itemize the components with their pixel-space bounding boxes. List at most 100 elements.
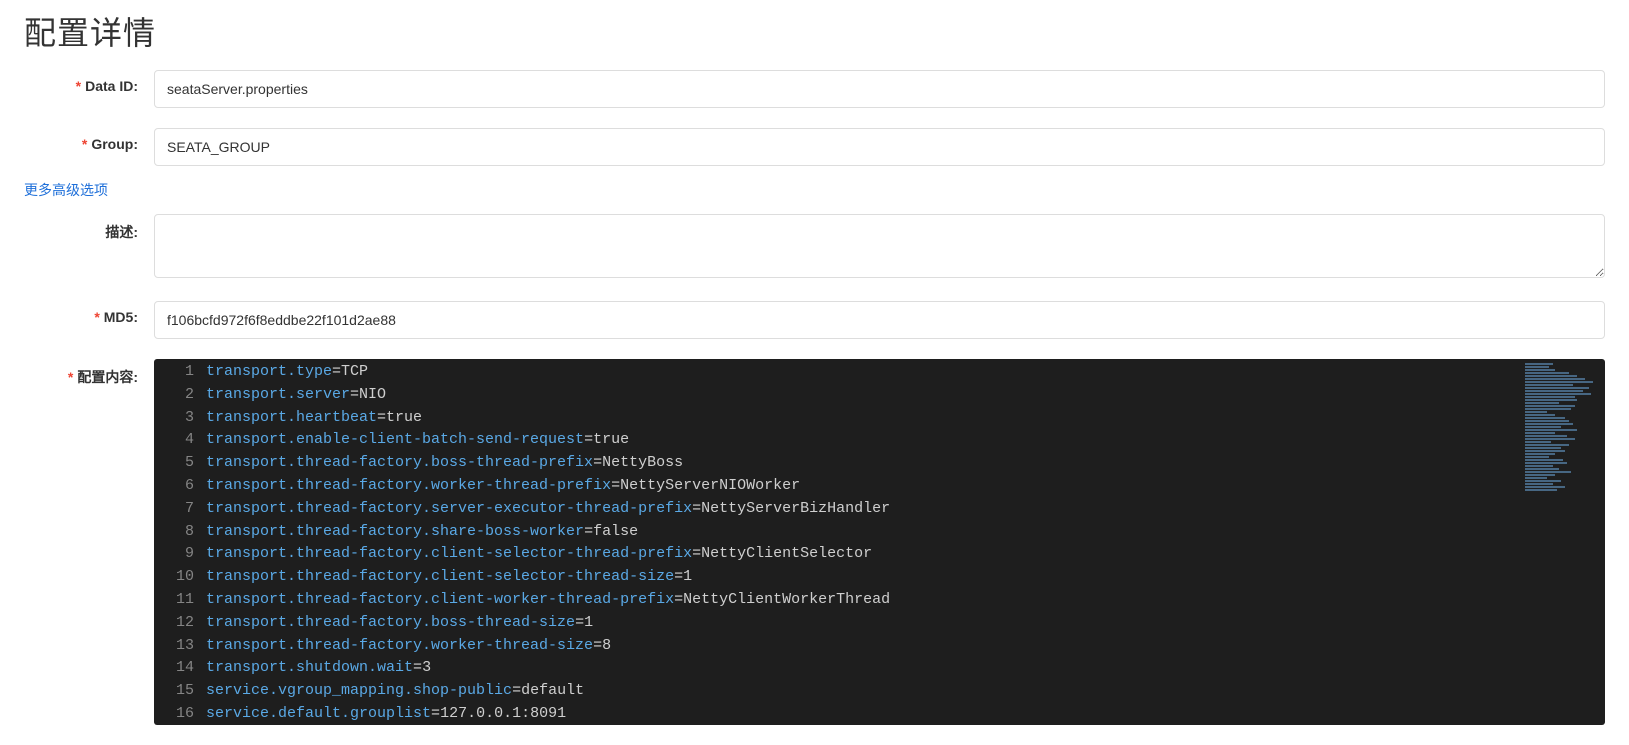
minimap-line <box>1525 399 1577 401</box>
editor-line[interactable]: 7transport.thread-factory.server-executo… <box>154 498 1605 521</box>
minimap-line <box>1525 423 1573 425</box>
minimap-line <box>1525 372 1569 374</box>
label-config-content: *配置内容: <box>24 359 154 387</box>
editor-line[interactable]: 4transport.enable-client-batch-send-requ… <box>154 429 1605 452</box>
editor-minimap[interactable] <box>1525 363 1599 493</box>
line-code[interactable]: transport.thread-factory.worker-thread-s… <box>206 635 1605 658</box>
minimap-line <box>1525 489 1557 491</box>
minimap-line <box>1525 444 1569 446</box>
line-number: 16 <box>154 703 206 725</box>
line-number: 6 <box>154 475 206 498</box>
editor-line[interactable]: 12transport.thread-factory.boss-thread-s… <box>154 612 1605 635</box>
editor-line[interactable]: 8transport.thread-factory.share-boss-wor… <box>154 521 1605 544</box>
line-code[interactable]: transport.heartbeat=true <box>206 407 1605 430</box>
page-title: 配置详情 <box>24 8 1605 54</box>
line-number: 14 <box>154 657 206 680</box>
minimap-line <box>1525 429 1577 431</box>
editor-line[interactable]: 5transport.thread-factory.boss-thread-pr… <box>154 452 1605 475</box>
minimap-line <box>1525 387 1589 389</box>
line-code[interactable]: transport.enable-client-batch-send-reque… <box>206 429 1605 452</box>
label-config-content-text: 配置内容: <box>77 369 138 385</box>
line-code[interactable]: transport.thread-factory.client-selector… <box>206 543 1605 566</box>
minimap-line <box>1525 441 1551 443</box>
line-code[interactable]: transport.server=NIO <box>206 384 1605 407</box>
minimap-line <box>1525 450 1565 452</box>
label-group-text: Group: <box>91 136 138 152</box>
label-group: *Group: <box>24 128 154 152</box>
line-code[interactable]: transport.thread-factory.worker-thread-p… <box>206 475 1605 498</box>
row-description: 描述: <box>24 214 1605 281</box>
editor-line[interactable]: 9transport.thread-factory.client-selecto… <box>154 543 1605 566</box>
minimap-line <box>1525 471 1571 473</box>
editor-line[interactable]: 14transport.shutdown.wait=3 <box>154 657 1605 680</box>
editor-line[interactable]: 15service.vgroup_mapping.shop-public=def… <box>154 680 1605 703</box>
line-number: 15 <box>154 680 206 703</box>
line-number: 8 <box>154 521 206 544</box>
line-number: 5 <box>154 452 206 475</box>
minimap-line <box>1525 480 1561 482</box>
editor-line[interactable]: 1transport.type=TCP <box>154 361 1605 384</box>
minimap-line <box>1525 474 1555 476</box>
minimap-line <box>1525 408 1571 410</box>
minimap-line <box>1525 369 1555 371</box>
editor-line[interactable]: 16service.default.grouplist=127.0.0.1:80… <box>154 703 1605 725</box>
group-input[interactable] <box>154 128 1605 166</box>
editor-line[interactable]: 3transport.heartbeat=true <box>154 407 1605 430</box>
line-code[interactable]: transport.thread-factory.share-boss-work… <box>206 521 1605 544</box>
minimap-line <box>1525 411 1547 413</box>
line-code[interactable]: service.default.grouplist=127.0.0.1:8091 <box>206 703 1605 725</box>
line-number: 3 <box>154 407 206 430</box>
minimap-line <box>1525 414 1555 416</box>
line-number: 9 <box>154 543 206 566</box>
label-md5: *MD5: <box>24 301 154 325</box>
line-code[interactable]: transport.type=TCP <box>206 361 1605 384</box>
minimap-line <box>1525 402 1559 404</box>
minimap-line <box>1525 468 1559 470</box>
minimap-line <box>1525 477 1547 479</box>
minimap-line <box>1525 378 1585 380</box>
minimap-line <box>1525 453 1555 455</box>
minimap-line <box>1525 465 1553 467</box>
line-code[interactable]: service.vgroup_mapping.shop-public=defau… <box>206 680 1605 703</box>
label-data-id-text: Data ID: <box>85 78 138 94</box>
line-code[interactable]: transport.thread-factory.boss-thread-siz… <box>206 612 1605 635</box>
line-code[interactable]: transport.thread-factory.client-selector… <box>206 566 1605 589</box>
advanced-options-link[interactable]: 更多高级选项 <box>24 182 108 198</box>
minimap-line <box>1525 384 1573 386</box>
line-code[interactable]: transport.thread-factory.boss-thread-pre… <box>206 452 1605 475</box>
minimap-line <box>1525 417 1565 419</box>
minimap-line <box>1525 390 1583 392</box>
editor-line[interactable]: 10transport.thread-factory.client-select… <box>154 566 1605 589</box>
line-code[interactable]: transport.thread-factory.client-worker-t… <box>206 589 1605 612</box>
minimap-line <box>1525 438 1575 440</box>
minimap-line <box>1525 462 1567 464</box>
editor-line[interactable]: 6transport.thread-factory.worker-thread-… <box>154 475 1605 498</box>
description-textarea[interactable] <box>154 214 1605 278</box>
line-code[interactable]: transport.shutdown.wait=3 <box>206 657 1605 680</box>
minimap-line <box>1525 375 1577 377</box>
editor-line[interactable]: 13transport.thread-factory.worker-thread… <box>154 635 1605 658</box>
row-config-content: *配置内容: 1transport.type=TCP2transport.ser… <box>24 359 1605 725</box>
minimap-line <box>1525 405 1575 407</box>
editor-line[interactable]: 11transport.thread-factory.client-worker… <box>154 589 1605 612</box>
editor-line[interactable]: 2transport.server=NIO <box>154 384 1605 407</box>
label-description-text: 描述: <box>105 224 138 240</box>
minimap-line <box>1525 447 1561 449</box>
data-id-input[interactable] <box>154 70 1605 108</box>
minimap-line <box>1525 381 1593 383</box>
md5-input[interactable] <box>154 301 1605 339</box>
label-data-id: *Data ID: <box>24 70 154 94</box>
line-number: 7 <box>154 498 206 521</box>
minimap-line <box>1525 435 1567 437</box>
line-number: 4 <box>154 429 206 452</box>
minimap-line <box>1525 483 1553 485</box>
minimap-line <box>1525 486 1565 488</box>
line-code[interactable]: transport.thread-factory.server-executor… <box>206 498 1605 521</box>
label-description: 描述: <box>24 214 154 242</box>
line-number: 2 <box>154 384 206 407</box>
line-number: 1 <box>154 361 206 384</box>
minimap-line <box>1525 459 1563 461</box>
row-md5: *MD5: <box>24 301 1605 339</box>
line-number: 11 <box>154 589 206 612</box>
config-content-editor[interactable]: 1transport.type=TCP2transport.server=NIO… <box>154 359 1605 725</box>
